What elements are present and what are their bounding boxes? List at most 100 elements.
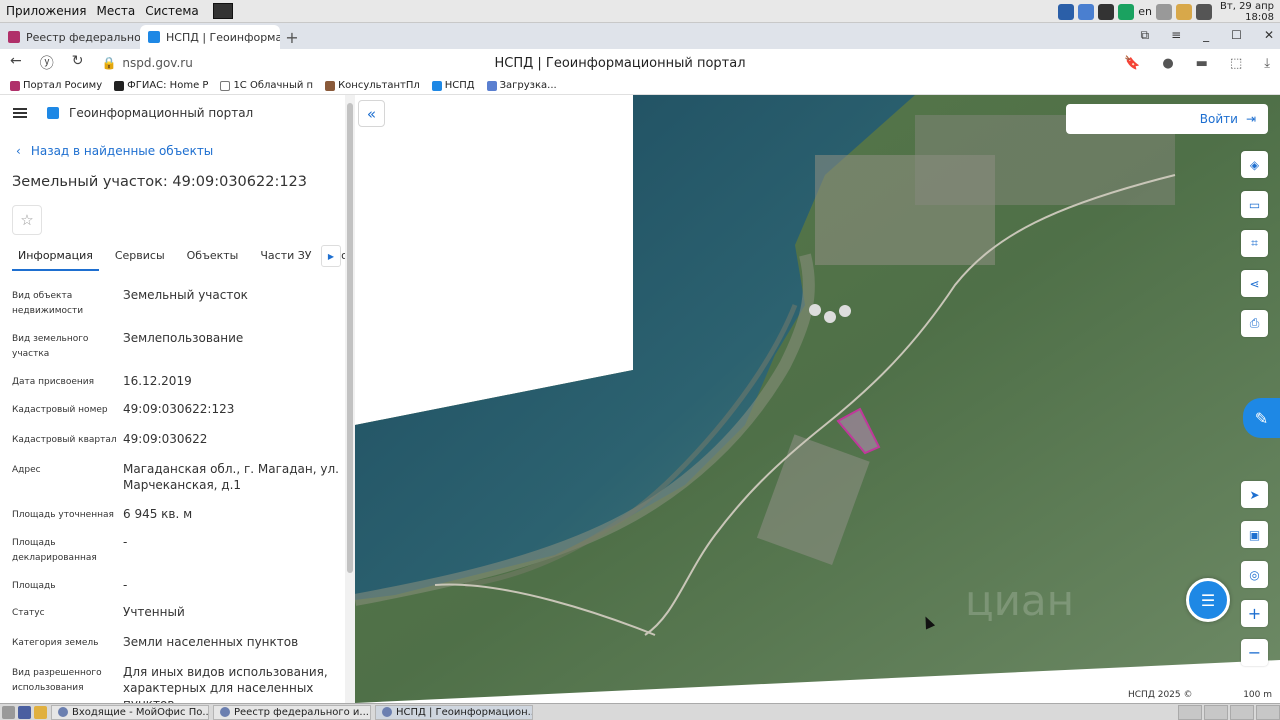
tray-app-icon[interactable]	[1058, 3, 1075, 20]
extension-icon[interactable]: ●	[1162, 56, 1173, 71]
favorite-star-icon[interactable]: ☆	[12, 205, 42, 235]
bookmark-consultant[interactable]: КонсультантПл	[325, 80, 420, 91]
consultant-icon	[325, 80, 336, 91]
display-icon[interactable]	[1196, 3, 1213, 20]
protect-icon[interactable]: ▬	[1196, 56, 1208, 71]
locate-button[interactable]: ➤	[1241, 481, 1268, 508]
tab-services[interactable]: Сервисы	[109, 245, 171, 271]
app-icon	[382, 707, 392, 717]
tab-reestr[interactable]: Реестр федерального	[0, 25, 140, 49]
keyboard-layout[interactable]: en	[1138, 5, 1152, 18]
scrollbar-thumb[interactable]	[347, 103, 353, 573]
tray-kaspersky-icon[interactable]	[1118, 3, 1135, 20]
system-top-bar: Приложения Места Система en Вт, 29 апр 1…	[0, 0, 1280, 23]
property-row: Вид разрешенного использования Для иных в…	[12, 665, 328, 703]
taskbar: Входящие - МойОфис По... Реестр федераль…	[0, 703, 1280, 720]
browser-menu-icon[interactable]: ≡	[1171, 28, 1181, 42]
object-title: Земельный участок: 49:09:030622:123	[12, 174, 308, 190]
property-row: Площадь уточненная 6 945 кв. м	[12, 507, 193, 521]
object-info-panel: Геоинформационный портал ‹ Назад в найде…	[0, 95, 355, 703]
bookmark-1c[interactable]: 1С Облачный п	[220, 80, 313, 91]
angular-icon	[114, 80, 125, 91]
tab-nspd[interactable]: НСПД | Геоинформа ✕	[140, 25, 280, 49]
collapse-panel-button[interactable]: «	[358, 100, 385, 127]
share-button[interactable]: ⋖	[1241, 270, 1268, 297]
close-window-icon[interactable]: ✕	[1264, 28, 1274, 42]
reload-icon[interactable]: ↻	[72, 53, 84, 73]
clipboard-icon[interactable]	[1176, 3, 1193, 20]
menu-system[interactable]: Система	[145, 4, 199, 18]
tray-gosuslugi-icon[interactable]	[1078, 3, 1095, 20]
ruler-button[interactable]: ▭	[1241, 191, 1268, 218]
print-button[interactable]: ⎙	[1241, 310, 1268, 337]
map-attribution: НСПД 2025 © 100 m	[1124, 690, 1280, 703]
panel-scrollbar[interactable]	[345, 95, 355, 703]
back-to-results-link[interactable]: ‹ Назад в найденные объекты	[16, 144, 213, 158]
property-row: Площадь декларированная -	[12, 535, 128, 563]
workspace-1[interactable]	[1178, 704, 1202, 720]
panel-header: Геоинформационный портал	[0, 95, 355, 131]
taskbar-item-reestr[interactable]: Реестр федерального и...	[213, 704, 371, 720]
maximize-icon[interactable]: ☐	[1231, 28, 1242, 42]
bookmark-loading[interactable]: Загрузка...	[486, 80, 557, 91]
login-arrow-icon: ⇥	[1245, 112, 1256, 126]
map-view[interactable]: циан	[355, 95, 1280, 703]
taskbar-item-nspd[interactable]: НСПД | Геоинформацион...	[375, 704, 533, 720]
lock-icon: 🔒	[101, 56, 117, 70]
minimize-icon[interactable]: _	[1203, 28, 1209, 42]
login-button[interactable]: Войти ⇥	[1066, 104, 1268, 134]
browser-tab-strip: Реестр федерального НСПД | Геоинформа ✕ …	[0, 23, 1280, 49]
app-icon	[58, 707, 68, 717]
info-tabs: Информация Сервисы Объекты Части ЗУ Сост…	[12, 245, 355, 271]
menu-applications[interactable]: Приложения	[6, 4, 87, 18]
zoom-out-button[interactable]: −	[1241, 639, 1268, 666]
portal-title[interactable]: Геоинформационный портал	[69, 106, 253, 120]
tray-network-icon[interactable]	[1098, 3, 1115, 20]
yandex-browser-icon[interactable]	[18, 705, 31, 719]
volume-icon[interactable]	[1156, 3, 1173, 20]
bookmark-portal-rosim[interactable]: Портал Росиму	[10, 80, 102, 91]
tab-manager-icon[interactable]: ⧉	[1141, 28, 1150, 43]
new-tab-button[interactable]: +	[280, 25, 304, 49]
share-icon[interactable]: ⬚	[1230, 56, 1242, 71]
select-area-button[interactable]: ⌗	[1241, 230, 1268, 257]
bookmark-nspd[interactable]: НСПД	[431, 80, 475, 91]
files-icon[interactable]	[34, 705, 47, 719]
workspace-3[interactable]	[1230, 704, 1254, 720]
back-icon[interactable]: ←	[10, 53, 22, 73]
tab-information[interactable]: Информация	[12, 245, 99, 271]
property-row: Категория земель Земли населенных пунктов	[12, 635, 299, 649]
layers-button[interactable]: ◈	[1241, 151, 1268, 178]
yandex-icon[interactable]: ⓨ	[40, 53, 54, 73]
property-row: Вид объекта недвижимости Земельный участо…	[12, 288, 248, 316]
clock[interactable]: Вт, 29 апр 18:08	[1220, 1, 1274, 23]
download-icon[interactable]: ⤓	[1264, 56, 1270, 71]
scale-bar: 100 m	[1243, 690, 1272, 700]
bookmark-icon[interactable]: 🔖	[1124, 56, 1140, 71]
svg-text:циан: циан	[965, 576, 1074, 625]
feedback-side-button[interactable]: ✎	[1243, 398, 1280, 438]
zoom-in-button[interactable]: +	[1241, 600, 1268, 627]
bookmark-fgias[interactable]: ФГИАС: Home P	[114, 80, 208, 91]
nspd-icon	[431, 80, 442, 91]
geolocation-button[interactable]: ◎	[1241, 561, 1268, 588]
tab-objects[interactable]: Объекты	[181, 245, 245, 271]
hamburger-menu-icon[interactable]	[13, 108, 27, 118]
taskbar-item-mail[interactable]: Входящие - МойОфис По...	[51, 704, 209, 720]
property-row: Вид земельного участка Землепользование	[12, 331, 244, 359]
workspace-4[interactable]	[1256, 704, 1280, 720]
property-row: Площадь -	[12, 578, 128, 592]
menu-places[interactable]: Места	[97, 4, 136, 18]
properties-list: Вид объекта недвижимости Земельный участо…	[12, 287, 342, 703]
show-desktop-icon[interactable]	[2, 705, 15, 719]
chat-button[interactable]: ☰	[1186, 578, 1230, 622]
folder-icon	[10, 80, 20, 91]
url-field[interactable]: 🔒 nspd.gov.ru	[101, 56, 192, 70]
workspace-2[interactable]	[1204, 704, 1228, 720]
property-row: Дата присвоения 16.12.2019	[12, 374, 192, 388]
tab-parts[interactable]: Части ЗУ	[254, 245, 317, 271]
property-row: Адрес Магаданская обл., г. Магадан, ул. М…	[12, 462, 339, 492]
terminal-icon[interactable]	[212, 3, 233, 19]
tabs-scroll-right-icon[interactable]: ▶	[321, 245, 341, 267]
minimap-button[interactable]: ▣	[1241, 521, 1268, 548]
